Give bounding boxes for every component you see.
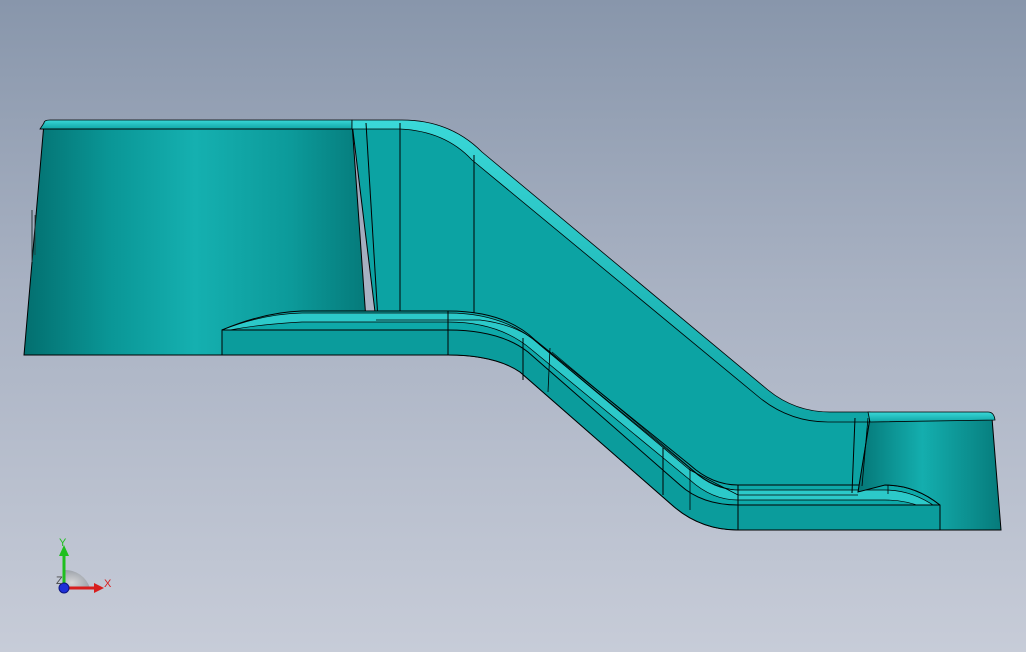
triad-y-label: Y	[59, 537, 67, 549]
right-boss-top-fillet	[867, 411, 996, 423]
left-boss-top-fillet	[39, 119, 353, 130]
part-model[interactable]: Y X Z	[0, 0, 1026, 652]
view-triad[interactable]: Y X Z	[56, 537, 112, 594]
triad-z-label: Z	[56, 575, 63, 587]
triad-x-label: X	[104, 578, 112, 590]
graphics-viewport[interactable]: Y X Z	[0, 0, 1026, 652]
triad-x-arrow	[94, 583, 104, 593]
